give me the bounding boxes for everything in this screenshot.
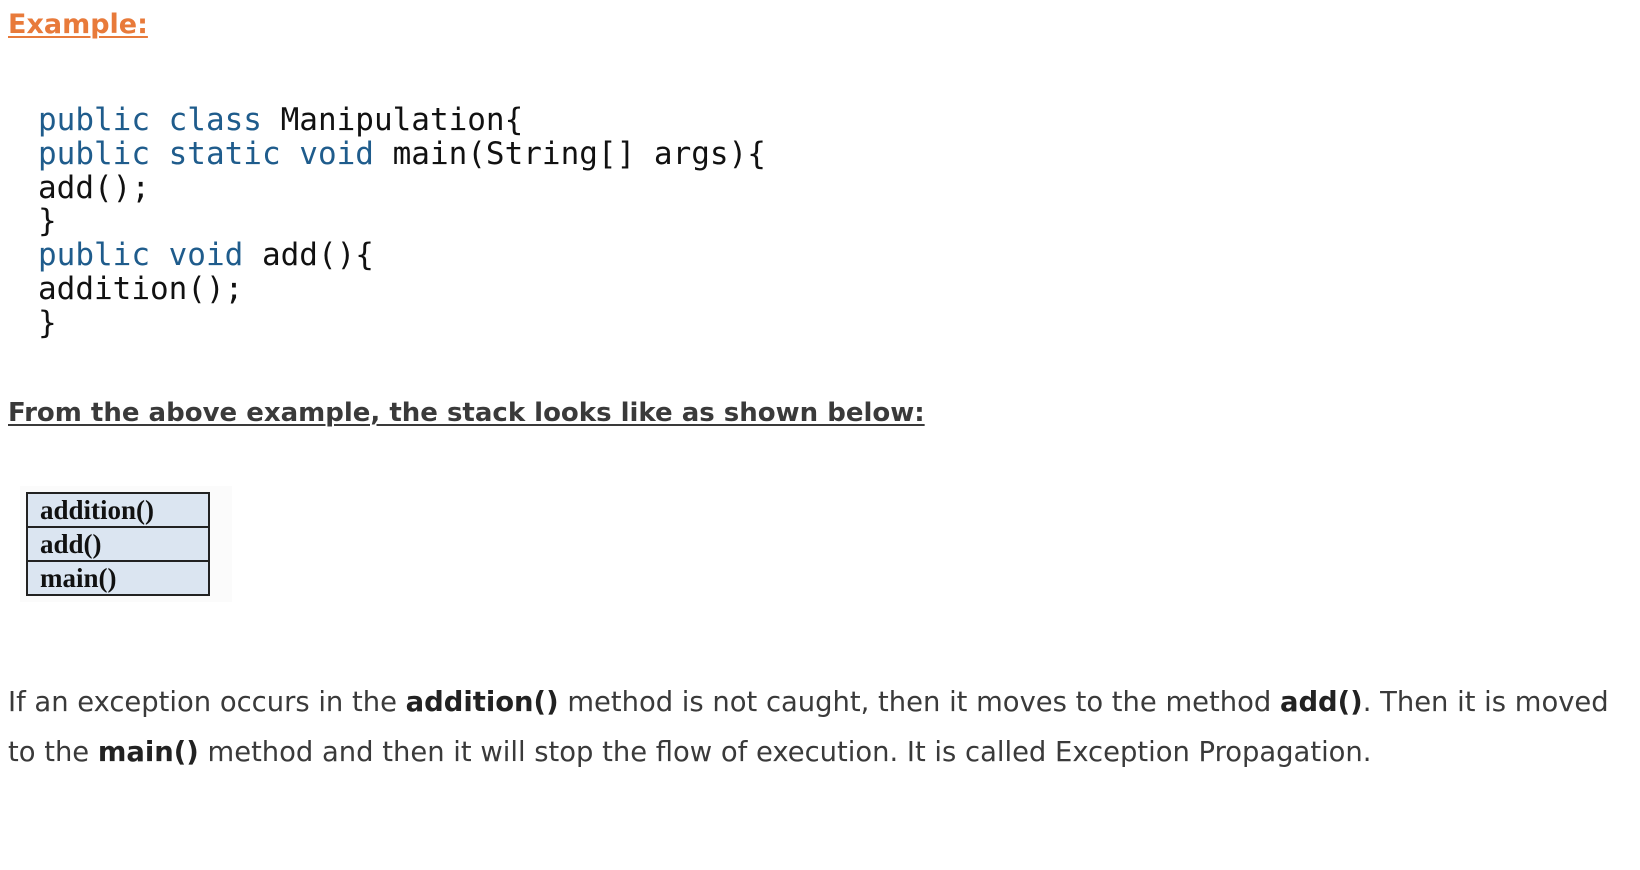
code-keyword: public static void xyxy=(38,135,374,172)
code-line: public class Manipulation{ xyxy=(38,102,766,138)
code-line: public static void main(String[] args){ xyxy=(38,135,766,172)
paragraph-text: If an exception occurs in the xyxy=(8,687,406,718)
code-line: public void add(){ xyxy=(38,237,766,274)
code-block: public class Manipulation{public static … xyxy=(38,102,766,341)
call-stack-figure: addition() add() main() xyxy=(20,486,232,602)
stack-heading: From the above example, the stack looks … xyxy=(8,398,925,428)
stack-frame-row: add() xyxy=(26,526,210,562)
stack-frame: addition() xyxy=(26,492,210,528)
code-text: main(String[] args){ xyxy=(373,135,766,172)
paragraph-text: method is not caught, then it moves to t… xyxy=(558,687,1280,718)
code-keyword: public void xyxy=(38,237,244,274)
stack-frame: main() xyxy=(26,560,210,596)
call-stack-table: addition() add() main() xyxy=(26,492,210,596)
stack-frame-row: addition() xyxy=(26,492,210,528)
code-keyword: public class xyxy=(38,102,262,138)
method-name-bold: addition() xyxy=(405,687,559,718)
code-text: Manipulation{ xyxy=(261,102,524,138)
code-line: add(); xyxy=(38,169,766,206)
code-text: addition(); xyxy=(38,270,244,307)
code-text: add(); xyxy=(38,169,150,206)
stack-frame: add() xyxy=(26,526,210,562)
code-text: add(){ xyxy=(243,237,374,274)
code-line: } xyxy=(38,304,766,341)
code-text: } xyxy=(38,304,57,341)
method-name-bold: add() xyxy=(1279,687,1363,718)
example-heading: Example: xyxy=(8,9,148,40)
code-line: addition(); xyxy=(38,270,766,307)
method-name-bold: main() xyxy=(97,736,199,768)
code-text: } xyxy=(38,203,57,240)
explanation-paragraph: If an exception occurs in the addition()… xyxy=(8,678,1633,777)
code-line: } xyxy=(38,203,766,240)
paragraph-text: method and then it will stop the flow of… xyxy=(198,736,1372,768)
stack-frame-row: main() xyxy=(26,560,210,596)
